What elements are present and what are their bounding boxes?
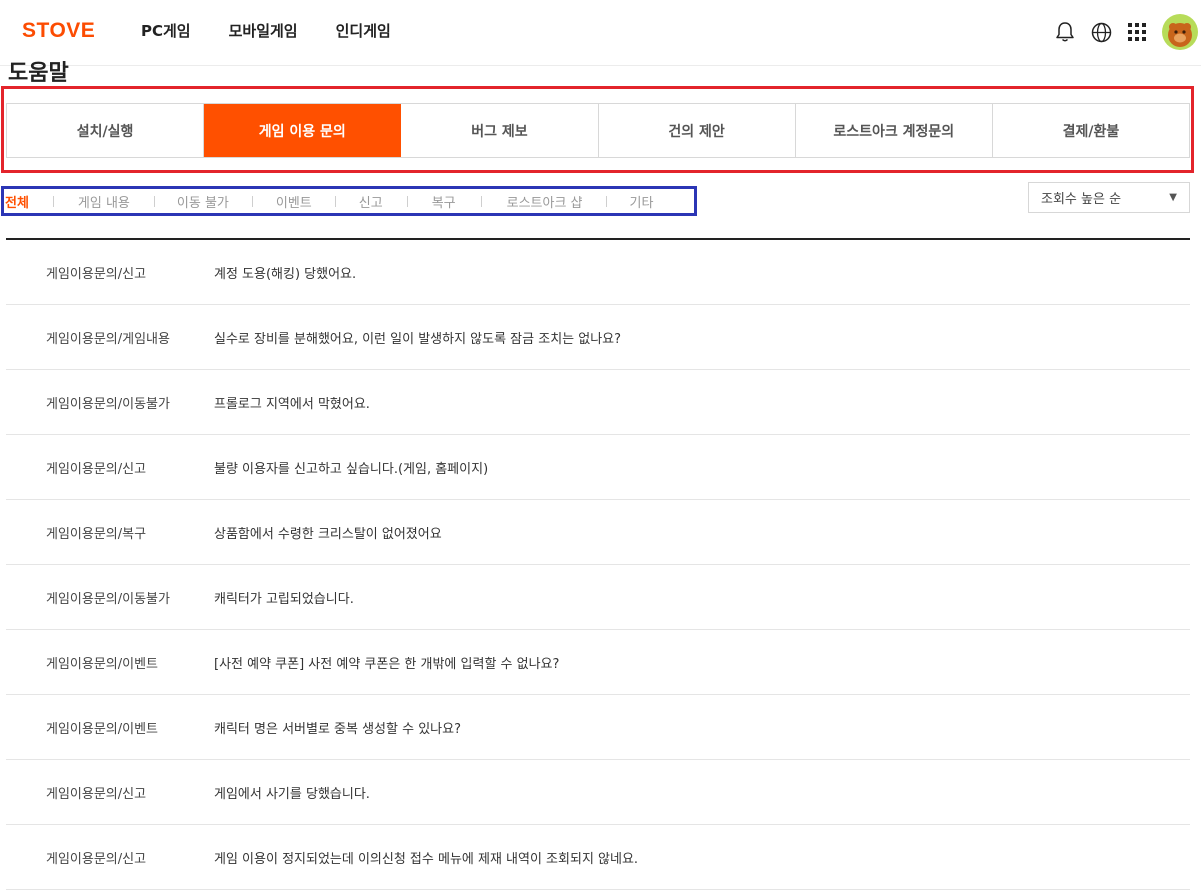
item-title[interactable]: 실수로 장비를 분해했어요, 이런 일이 발생하지 않도록 잠금 조치는 없나요… (214, 328, 621, 347)
header-actions (1054, 14, 1201, 50)
subcategory-filters: 전체 게임 내용 이동 불가 이벤트 신고 복구 로스트아크 샵 기타 (5, 192, 654, 211)
main-nav: PC게임 모바일게임 인디게임 (141, 20, 391, 41)
item-category: 게임이용문의/이동불가 (46, 396, 170, 412)
item-title[interactable]: 계정 도용(해킹) 당했어요. (214, 263, 356, 282)
subcat-all[interactable]: 전체 (5, 192, 29, 211)
list-item[interactable]: 게임이용문의/신고 계정 도용(해킹) 당했어요. (6, 240, 1190, 305)
list-item[interactable]: 게임이용문의/신고 게임 이용이 정지되었는데 이의신청 접수 메뉴에 제재 내역… (6, 825, 1190, 890)
subcat-event[interactable]: 이벤트 (276, 192, 312, 211)
item-category: 게임이용문의/이벤트 (46, 721, 159, 737)
divider (251, 195, 253, 207)
subcat-report[interactable]: 신고 (359, 192, 383, 211)
item-category: 게임이용문의/게임내용 (46, 331, 170, 347)
article-list: 게임이용문의/신고 계정 도용(해킹) 당했어요. 게임이용문의/게임내용 실수로 … (6, 240, 1190, 890)
sort-selected-label: 조회수 높은 순 (1041, 192, 1122, 207)
divider (605, 195, 607, 207)
divider (153, 195, 155, 207)
top-header: STOVE PC게임 모바일게임 인디게임 (0, 0, 1201, 66)
subcat-etc[interactable]: 기타 (630, 192, 654, 211)
list-item[interactable]: 게임이용문의/복구 상품함에서 수령한 크리스탈이 없어졌어요 (6, 500, 1190, 565)
divider (480, 195, 482, 207)
divider (52, 195, 54, 207)
item-title[interactable]: 불량 이용자를 신고하고 싶습니다.(게임, 홈페이지) (214, 458, 488, 477)
item-title[interactable]: 캐릭터 명은 서버별로 중복 생성할 수 있나요? (214, 718, 461, 737)
tab-game-usage-inquiry[interactable]: 게임 이용 문의 (204, 104, 402, 157)
list-item[interactable]: 게임이용문의/이벤트 [사전 예약 쿠폰] 사전 예약 쿠폰은 한 개밖에 입력할… (6, 630, 1190, 695)
subcat-restore[interactable]: 복구 (432, 192, 456, 211)
item-category: 게임이용문의/이벤트 (46, 656, 159, 672)
tab-payment-refund[interactable]: 결제/환불 (993, 104, 1189, 157)
item-title[interactable]: 캐릭터가 고립되었습니다. (214, 588, 354, 607)
dropdown-caret-icon: ▼ (1169, 192, 1177, 203)
stove-logo[interactable]: STOVE (22, 19, 95, 43)
list-item[interactable]: 게임이용문의/이벤트 캐릭터 명은 서버별로 중복 생성할 수 있나요? (6, 695, 1190, 760)
list-item[interactable]: 게임이용문의/이동불가 캐릭터가 고립되었습니다. (6, 565, 1190, 630)
apps-grid-icon[interactable] (1126, 21, 1148, 43)
item-title[interactable]: 게임 이용이 정지되었는데 이의신청 접수 메뉴에 제재 내역이 조회되지 않네… (214, 848, 638, 867)
item-title[interactable]: 상품함에서 수령한 크리스탈이 없어졌어요 (214, 523, 442, 542)
nav-indie-games[interactable]: 인디게임 (336, 20, 391, 41)
list-item[interactable]: 게임이용문의/게임내용 실수로 장비를 분해했어요, 이런 일이 발생하지 않도록… (6, 305, 1190, 370)
tab-install-run[interactable]: 설치/실행 (7, 104, 205, 157)
subcat-cannot-move[interactable]: 이동 불가 (177, 192, 229, 211)
item-category: 게임이용문의/신고 (46, 786, 147, 802)
category-tabs: 설치/실행 게임 이용 문의 버그 제보 건의 제안 로스트아크 계정문의 결제… (6, 103, 1190, 158)
list-item[interactable]: 게임이용문의/이동불가 프롤로그 지역에서 막혔어요. (6, 370, 1190, 435)
list-item[interactable]: 게임이용문의/신고 불량 이용자를 신고하고 싶습니다.(게임, 홈페이지) (6, 435, 1190, 500)
item-category: 게임이용문의/이동불가 (46, 591, 170, 607)
sort-select[interactable]: 조회수 높은 순 ▼ (1028, 182, 1190, 213)
tab-bug-report[interactable]: 버그 제보 (401, 104, 599, 157)
item-category: 게임이용문의/신고 (46, 266, 147, 282)
item-title[interactable]: 게임에서 사기를 당했습니다. (214, 783, 370, 802)
item-title[interactable]: 프롤로그 지역에서 막혔어요. (214, 393, 370, 412)
tab-suggestion[interactable]: 건의 제안 (599, 104, 796, 157)
subcat-lostark-shop[interactable]: 로스트아크 샵 (507, 192, 583, 211)
avatar[interactable] (1162, 14, 1198, 50)
item-category: 게임이용문의/신고 (46, 461, 147, 477)
bell-icon[interactable] (1054, 21, 1076, 43)
nav-mobile-games[interactable]: 모바일게임 (229, 20, 298, 41)
globe-icon[interactable] (1090, 21, 1112, 43)
list-item[interactable]: 게임이용문의/신고 게임에서 사기를 당했습니다. (6, 760, 1190, 825)
item-title[interactable]: [사전 예약 쿠폰] 사전 예약 쿠폰은 한 개밖에 입력할 수 없나요? (214, 653, 559, 672)
divider (406, 195, 408, 207)
item-category: 게임이용문의/복구 (46, 526, 147, 542)
subcat-game-content[interactable]: 게임 내용 (78, 192, 130, 211)
divider (334, 195, 336, 207)
nav-pc-games[interactable]: PC게임 (141, 20, 191, 41)
item-category: 게임이용문의/신고 (46, 851, 147, 867)
tab-lostark-account[interactable]: 로스트아크 계정문의 (796, 104, 993, 157)
page-title: 도움말 (8, 61, 69, 86)
